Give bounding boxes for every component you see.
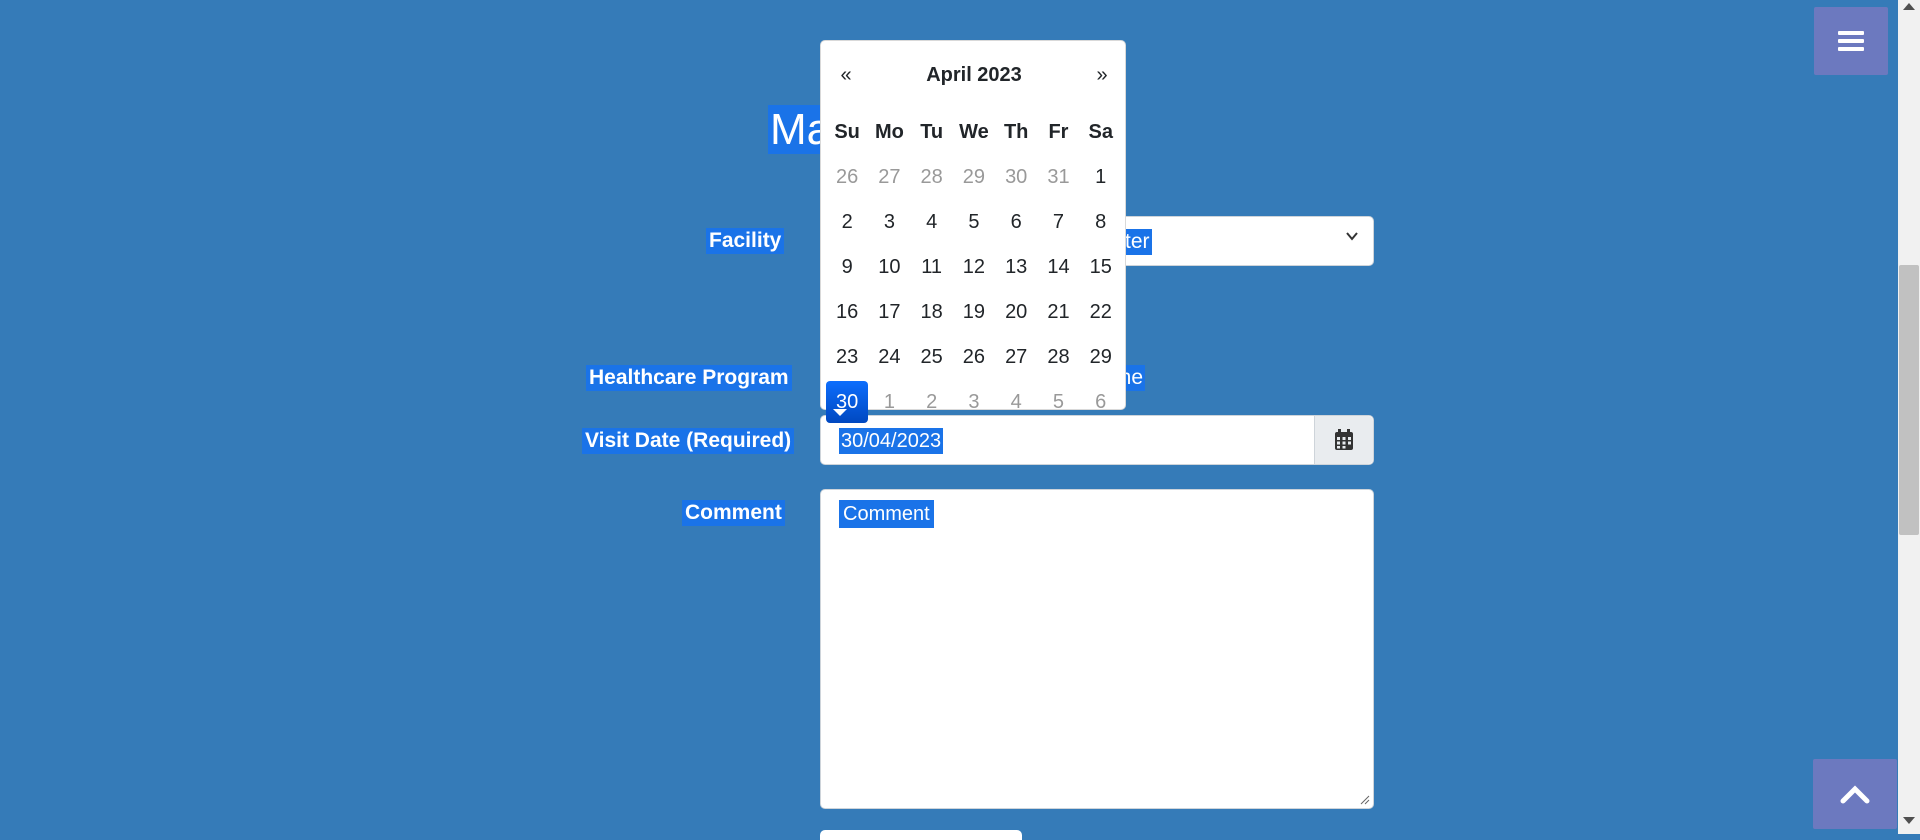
datepicker-grid: Su Mo Tu We Th Fr Sa 26 27 28 29 30 31 1… — [826, 121, 1122, 424]
weekday-label: Sa — [1088, 120, 1113, 143]
day-cell[interactable]: 12 — [953, 246, 995, 288]
facility-select-value: ter — [1123, 229, 1152, 255]
day-cell[interactable]: 6 — [1080, 381, 1122, 423]
day-cell[interactable]: 21 — [1037, 291, 1079, 333]
day-cell[interactable]: 13 — [995, 246, 1037, 288]
menu-button[interactable] — [1814, 7, 1888, 75]
day-cell[interactable]: 26 — [826, 156, 868, 198]
chevron-down-icon — [1346, 232, 1358, 241]
comment-label: Comment — [682, 500, 785, 526]
day-cell[interactable]: 26 — [953, 336, 995, 378]
day-cell[interactable]: 7 — [1037, 201, 1079, 243]
weekday-label: Su — [834, 120, 860, 143]
datepicker-month-title[interactable]: April 2023 — [871, 53, 1077, 97]
calendar-button[interactable] — [1314, 416, 1373, 464]
resize-handle-icon[interactable] — [1360, 795, 1370, 805]
weekday-label: Th — [1003, 120, 1029, 143]
healthcare-program-label: Healthcare Program — [586, 365, 792, 391]
week-row: 9 10 11 12 13 14 15 — [826, 244, 1122, 289]
day-cell-selected[interactable]: 30 — [826, 380, 869, 423]
day-cell[interactable]: 19 — [953, 291, 995, 333]
week-row: 16 17 18 19 20 21 22 — [826, 289, 1122, 334]
submit-area[interactable] — [820, 830, 1022, 840]
day-cell[interactable]: 30 — [995, 156, 1037, 198]
visit-date-label: Visit Date (Required) — [582, 428, 795, 454]
comment-textarea[interactable]: Comment — [820, 489, 1374, 809]
scroll-down-arrow-icon[interactable] — [1903, 817, 1915, 824]
hamburger-icon — [1838, 31, 1864, 51]
scroll-top-button[interactable] — [1813, 759, 1897, 829]
day-cell[interactable]: 11 — [911, 246, 953, 288]
day-cell[interactable]: 5 — [953, 201, 995, 243]
day-cell[interactable]: 24 — [868, 336, 910, 378]
day-cell[interactable]: 23 — [826, 336, 868, 378]
day-cell[interactable]: 1 — [868, 381, 910, 423]
day-cell[interactable]: 20 — [995, 291, 1037, 333]
day-cell[interactable]: 29 — [1080, 336, 1122, 378]
week-row: 23 24 25 26 27 28 29 — [826, 334, 1122, 379]
week-row: 2 3 4 5 6 7 8 — [826, 199, 1122, 244]
day-cell[interactable]: 25 — [911, 336, 953, 378]
day-cell[interactable]: 17 — [868, 291, 910, 333]
day-cell[interactable]: 3 — [953, 381, 995, 423]
day-cell[interactable]: 4 — [911, 201, 953, 243]
scrollbar-thumb[interactable] — [1899, 265, 1919, 535]
day-cell[interactable]: 28 — [911, 156, 953, 198]
day-cell[interactable]: 29 — [953, 156, 995, 198]
day-cell[interactable]: 8 — [1080, 201, 1122, 243]
day-cell[interactable]: 31 — [1037, 156, 1079, 198]
day-cell[interactable]: 14 — [1037, 246, 1079, 288]
day-cell[interactable]: 27 — [995, 336, 1037, 378]
day-cell[interactable]: 10 — [868, 246, 910, 288]
calendar-icon — [1335, 429, 1353, 450]
day-cell[interactable]: 2 — [826, 201, 868, 243]
weekday-label: Mo — [874, 120, 904, 143]
day-cell[interactable]: 28 — [1037, 336, 1079, 378]
weekday-label: Fr — [1048, 120, 1069, 143]
day-cell[interactable]: 3 — [868, 201, 910, 243]
day-cell[interactable]: 6 — [995, 201, 1037, 243]
comment-placeholder: Comment — [839, 500, 934, 528]
scroll-up-arrow-icon[interactable] — [1903, 3, 1915, 10]
week-row: 30 1 2 3 4 5 6 — [826, 379, 1122, 424]
day-cell[interactable]: 16 — [826, 291, 868, 333]
day-cell[interactable]: 1 — [1080, 156, 1122, 198]
day-cell[interactable]: 4 — [995, 381, 1037, 423]
weekday-row: Su Mo Tu We Th Fr Sa — [826, 109, 1122, 154]
day-cell[interactable]: 5 — [1037, 381, 1079, 423]
facility-label: Facility — [706, 228, 785, 254]
day-cell[interactable]: 22 — [1080, 291, 1122, 333]
chevron-up-icon — [1840, 785, 1870, 804]
day-cell[interactable]: 9 — [826, 246, 868, 288]
visit-date-value[interactable]: 30/04/2023 — [839, 428, 944, 454]
day-cell[interactable]: 18 — [911, 291, 953, 333]
day-cell[interactable]: 27 — [868, 156, 910, 198]
datepicker-next-button[interactable]: » — [1077, 53, 1127, 97]
datepicker: « April 2023 » Su Mo Tu We Th Fr Sa 26 2… — [820, 40, 1127, 423]
day-cell[interactable]: 2 — [911, 381, 953, 423]
datepicker-prev-button[interactable]: « — [821, 53, 871, 97]
day-cell[interactable]: 15 — [1080, 246, 1122, 288]
weekday-label: We — [959, 120, 989, 143]
weekday-label: Tu — [920, 120, 944, 143]
datepicker-header: « April 2023 » — [821, 53, 1127, 97]
week-row: 26 27 28 29 30 31 1 — [826, 154, 1122, 199]
